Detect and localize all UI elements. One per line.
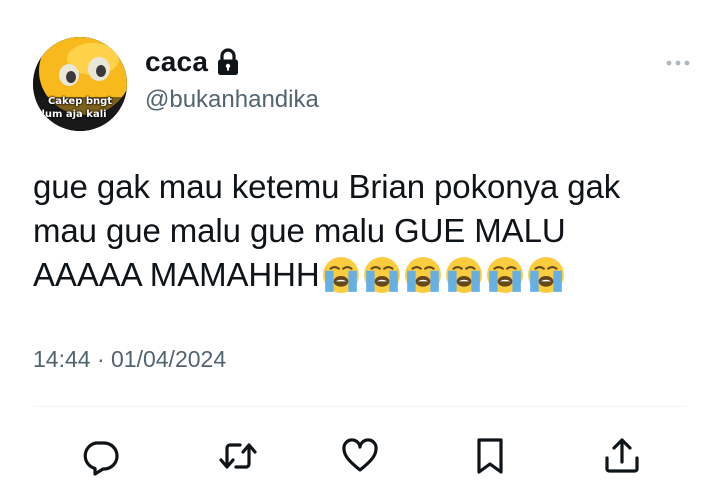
display-name[interactable]: caca [145,46,208,78]
avatar[interactable]: Cakep bngt lum aja kali [33,37,127,131]
timestamp[interactable]: 14:44 · 01/04/2024 [33,346,226,373]
avatar-caption: lum aja kali [41,109,107,120]
share-icon [605,438,639,473]
share-button[interactable] [598,432,646,480]
tweet-card: Cakep bngt lum aja kali caca @bukanhandi… [0,0,720,504]
avatar-caption: Cakep bngt [47,96,113,107]
tweet-text: gue gak mau ketemu Brian pokonya gak mau… [33,165,693,297]
lock-icon [218,48,239,75]
retweet-icon [219,443,257,469]
reply-button[interactable] [76,432,124,480]
like-icon [342,438,378,472]
tweet-text-line: AAAAA MAMAHHH [33,256,320,293]
loudly-crying-face-icon [404,257,441,293]
loudly-crying-face-icon [445,257,482,293]
divider [33,406,687,407]
bookmark-icon [477,438,503,474]
tweet-text-line: mau gue malu gue malu GUE MALU [33,212,566,249]
loudly-crying-face-icon [363,257,400,293]
author-handle[interactable]: @bukanhandika [145,86,319,114]
more-options-icon[interactable] [666,58,690,68]
loudly-crying-face-icon [322,257,359,293]
reply-icon [83,441,119,476]
emoji-row [322,256,565,294]
tweet-text-line: gue gak mau ketemu Brian pokonya gak [33,168,621,205]
like-button[interactable] [336,432,384,480]
loudly-crying-face-icon [486,257,523,293]
bookmark-button[interactable] [466,432,514,480]
retweet-button[interactable] [214,432,262,480]
author-name-row: caca [145,46,240,78]
loudly-crying-face-icon [527,257,564,293]
action-bar [0,432,720,482]
